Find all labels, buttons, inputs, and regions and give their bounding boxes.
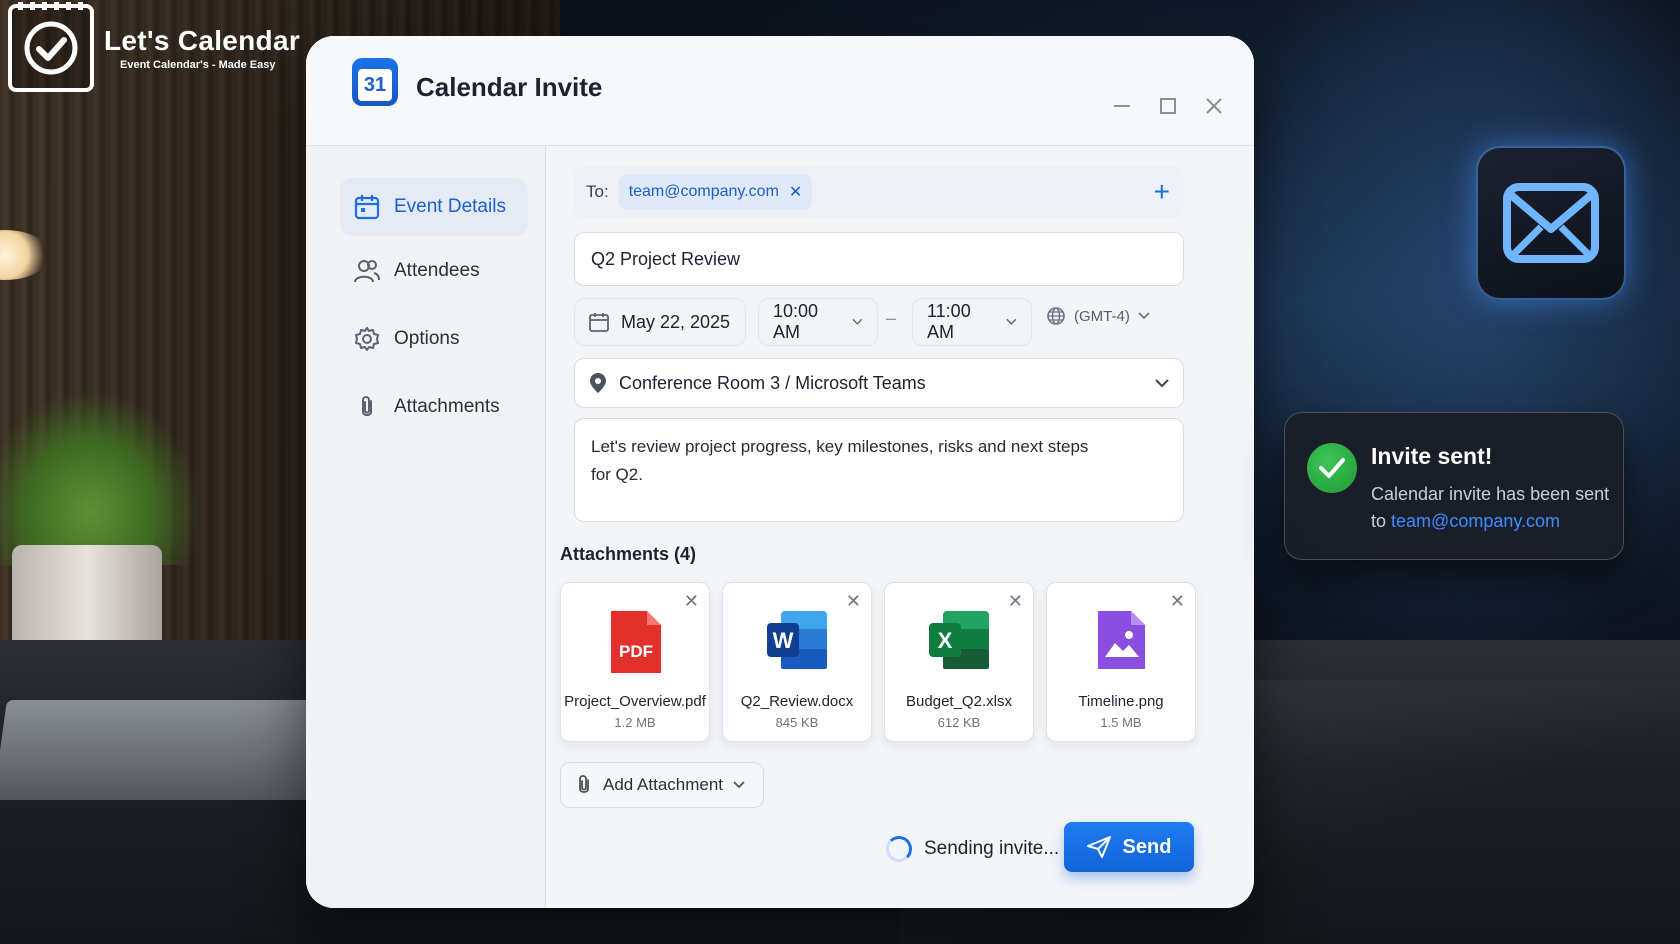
pdf-file-icon: PDF bbox=[611, 611, 661, 673]
attachment-size: 845 KB bbox=[775, 715, 819, 730]
add-attachment-label: Add Attachment bbox=[603, 775, 724, 794]
remove-attachment-icon[interactable]: ✕ bbox=[1170, 591, 1185, 612]
sending-status: Sending invite... bbox=[886, 836, 1059, 862]
paperclip-icon bbox=[579, 775, 589, 793]
brand-logo: Let's Calendar Event Calendar's - Made E… bbox=[8, 2, 301, 92]
attachment-name: Project_Overview.pdf bbox=[564, 693, 706, 710]
sidebar-item-event-details[interactable]: Event Details bbox=[340, 178, 528, 236]
word-file-icon: W bbox=[767, 611, 827, 669]
invite-sent-toast: Invite sent! Calendar invite has been se… bbox=[1284, 412, 1624, 560]
description-value: Let's review project progress, key miles… bbox=[591, 437, 1089, 484]
paperclip-icon bbox=[362, 396, 372, 416]
sidebar-item-label: Attachments bbox=[394, 396, 500, 417]
send-label: Send bbox=[1122, 835, 1172, 858]
attachment-name: Timeline.png bbox=[1078, 693, 1164, 710]
maximize-icon[interactable] bbox=[1154, 92, 1182, 120]
end-time-select[interactable]: 11:00 AM bbox=[912, 298, 1032, 346]
start-time-value: 10:00 AM bbox=[773, 301, 819, 342]
window-title: Calendar Invite bbox=[416, 72, 603, 102]
calendar-icon bbox=[354, 195, 380, 220]
event-form: To: team@company.com ✕ + Q2 Project Revi… bbox=[546, 146, 1254, 908]
recipient-chip[interactable]: team@company.com ✕ bbox=[618, 174, 813, 210]
globe-icon bbox=[1047, 307, 1065, 325]
attachment-name: Q2_Review.docx bbox=[740, 693, 854, 710]
loading-spinner-icon bbox=[886, 836, 912, 862]
attachments-heading: Attachments (4) bbox=[560, 544, 696, 565]
sidebar-item-attachments[interactable]: Attachments bbox=[340, 378, 528, 436]
gear-icon bbox=[355, 327, 379, 351]
remove-attachment-icon[interactable]: ✕ bbox=[846, 591, 861, 612]
sending-status-text: Sending invite... bbox=[924, 838, 1060, 859]
attachment-card[interactable]: ✕ Timeline.png 1.5 MB bbox=[1046, 582, 1196, 742]
subject-input[interactable]: Q2 Project Review bbox=[574, 232, 1184, 286]
sidebar-item-label: Options bbox=[394, 328, 460, 349]
attachments-count: (4) bbox=[674, 544, 697, 564]
attachment-card[interactable]: ✕ W Q2_Review.docx 845 KB bbox=[722, 582, 872, 742]
subject-value: Q2 Project Review bbox=[591, 248, 741, 269]
svg-text:PDF: PDF bbox=[619, 642, 653, 661]
calendar-app-icon: 31 bbox=[352, 58, 398, 106]
image-file-icon bbox=[1098, 611, 1145, 669]
sidebar-item-options[interactable]: Options bbox=[340, 310, 528, 368]
chevron-down-icon bbox=[852, 318, 863, 325]
sidebar-item-label: Event Details bbox=[394, 196, 506, 217]
paper-plane-icon bbox=[1086, 836, 1111, 858]
toast-message: Calendar invite has been sent to team@co… bbox=[1371, 481, 1611, 535]
brand-check-icon bbox=[8, 2, 94, 92]
timezone-select[interactable]: (GMT-4) bbox=[1046, 306, 1150, 326]
success-check-icon bbox=[1307, 443, 1357, 493]
location-value: Conference Room 3 / Microsoft Teams bbox=[619, 372, 926, 393]
calendar-invite-window: 31 Calendar Invite Event Details Attende… bbox=[306, 36, 1254, 908]
plant-leaves bbox=[0, 390, 200, 565]
to-label: To: bbox=[586, 182, 609, 201]
recipient-email: team@company.com bbox=[628, 183, 779, 200]
chevron-down-icon bbox=[1155, 378, 1169, 387]
brand-subtitle: Event Calendar's - Made Easy bbox=[120, 59, 276, 71]
date-value: May 22, 2025 bbox=[621, 311, 731, 332]
minimize-icon[interactable] bbox=[1108, 92, 1136, 120]
svg-text:X: X bbox=[938, 628, 953, 653]
toast-email: team@company.com bbox=[1391, 511, 1561, 531]
excel-file-icon: X bbox=[929, 611, 989, 669]
send-button[interactable]: Send bbox=[1064, 822, 1194, 872]
toast-title: Invite sent! bbox=[1371, 443, 1493, 469]
attachment-size: 612 KB bbox=[937, 715, 981, 730]
svg-text:W: W bbox=[773, 628, 794, 653]
chevron-down-icon bbox=[733, 781, 745, 789]
description-textarea[interactable]: Let's review project progress, key miles… bbox=[574, 418, 1184, 522]
attachment-size: 1.2 MB bbox=[614, 715, 656, 730]
remove-attachment-icon[interactable]: ✕ bbox=[1008, 591, 1023, 612]
attachment-name: Budget_Q2.xlsx bbox=[906, 693, 1012, 710]
location-pin-icon bbox=[590, 373, 606, 393]
attachment-card[interactable]: ✕ PDF Project_Overview.pdf 1.2 MB bbox=[560, 582, 710, 742]
time-separator: – bbox=[886, 308, 897, 328]
remove-attachment-icon[interactable]: ✕ bbox=[684, 591, 699, 612]
chevron-down-icon bbox=[1138, 312, 1150, 320]
mail-icon bbox=[1476, 146, 1626, 300]
attachment-card[interactable]: ✕ X Budget_Q2.xlsx 612 KB bbox=[884, 582, 1034, 742]
recipients-field[interactable]: To: team@company.com ✕ + bbox=[574, 166, 1184, 218]
attachment-size: 1.5 MB bbox=[1100, 715, 1142, 730]
location-select[interactable]: Conference Room 3 / Microsoft Teams bbox=[574, 358, 1184, 408]
chevron-down-icon bbox=[1006, 318, 1017, 325]
calendar-small-icon bbox=[589, 313, 609, 332]
sidebar-item-attendees[interactable]: Attendees bbox=[340, 242, 528, 300]
close-icon[interactable] bbox=[1200, 92, 1228, 120]
attachments-title: Attachments bbox=[560, 544, 670, 564]
start-time-select[interactable]: 10:00 AM bbox=[758, 298, 878, 346]
date-picker[interactable]: May 22, 2025 bbox=[574, 298, 746, 346]
app-icon-day: 31 bbox=[358, 69, 392, 101]
add-recipient-icon[interactable]: + bbox=[1154, 176, 1170, 208]
add-attachment-button[interactable]: Add Attachment bbox=[560, 762, 764, 808]
laptop bbox=[0, 700, 328, 800]
brand-title: Let's Calendar bbox=[104, 25, 301, 56]
title-bar: 31 Calendar Invite bbox=[306, 36, 1254, 146]
end-time-value: 11:00 AM bbox=[927, 301, 971, 342]
users-icon bbox=[354, 260, 380, 283]
sidebar-item-label: Attendees bbox=[394, 260, 480, 281]
timezone-value: (GMT-4) bbox=[1074, 307, 1130, 325]
remove-recipient-icon[interactable]: ✕ bbox=[789, 182, 802, 202]
sidebar: Event Details Attendees Options Attachme… bbox=[306, 146, 546, 908]
